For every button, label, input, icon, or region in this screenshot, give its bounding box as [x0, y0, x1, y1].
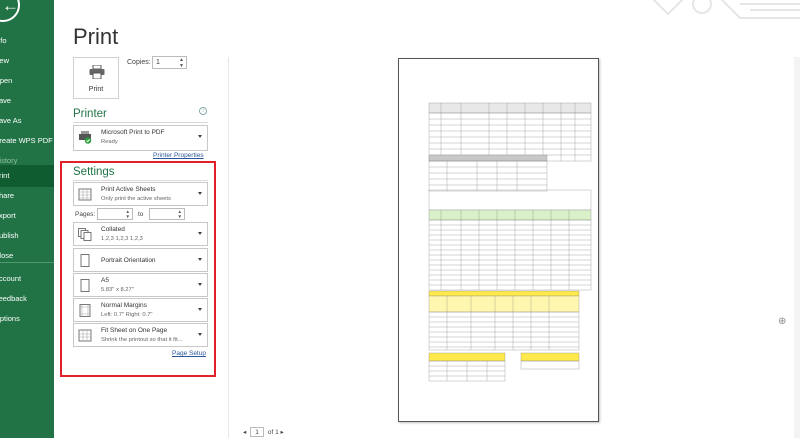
margins-sub: Left: 0.7" Right: 0.7" [101, 312, 153, 318]
nav-item-print[interactable]: Print [0, 165, 54, 187]
chevron-down-icon [198, 135, 202, 138]
nav-item-account[interactable]: Account [0, 268, 54, 290]
chevron-down-icon [198, 308, 202, 311]
margins-main: Normal Margins [101, 302, 147, 309]
collate-sub: 1,2,3 1,2,3 1,2,3 [101, 236, 143, 242]
nav-item-save-as[interactable]: Save As [0, 110, 54, 132]
collate-main: Collated [101, 226, 125, 233]
fit-sheet-icon [78, 329, 92, 342]
nav-item-options[interactable]: Options [0, 308, 54, 330]
spin-arrows-icon[interactable]: ▲ ▼ [126, 209, 130, 219]
portrait-icon [80, 254, 90, 267]
pages-to-label: to [138, 211, 144, 218]
pages-to-input[interactable]: ▲ ▼ [149, 208, 185, 220]
settings-divider [73, 180, 208, 181]
printer-icon [89, 65, 105, 79]
page-navigator: ◂ 1 of 1 ▸ [243, 427, 284, 437]
spin-arrows-icon[interactable]: ▲ ▼ [179, 57, 184, 69]
next-page-icon[interactable]: ▸ [281, 429, 284, 436]
back-button[interactable]: ← [0, 0, 20, 22]
settings-section-title: Settings [73, 166, 115, 178]
current-page-input[interactable]: 1 [250, 427, 265, 437]
info-icon[interactable]: i [199, 107, 207, 115]
printer-ready-icon [79, 131, 92, 144]
print-button-label: Print [88, 86, 104, 93]
nav-item-create-wps-pdf[interactable]: Create WPS PDF [0, 130, 54, 152]
print-what-dropdown[interactable]: Print Active Sheets Only print the activ… [73, 182, 208, 206]
prev-page-icon[interactable]: ◂ [243, 429, 246, 436]
page-setup-link[interactable]: Page Setup [172, 350, 206, 357]
nav-item-close[interactable]: Close [0, 245, 54, 267]
copies-label: Copies: [127, 59, 151, 66]
print-what-main: Print Active Sheets [101, 186, 156, 193]
nav-separator [0, 262, 54, 263]
chevron-down-icon [198, 333, 202, 336]
printer-name: Microsoft Print to PDF [101, 129, 165, 136]
preview-separator [228, 57, 229, 438]
margins-icon [79, 304, 91, 317]
paper-sub: 5.83" x 8.27" [101, 287, 134, 293]
header-decoration [652, 0, 800, 19]
paper-main: A5 [101, 277, 109, 284]
printer-status: Ready [101, 139, 118, 145]
page-count-label: of 1 [267, 429, 279, 436]
nav-item-publish[interactable]: Publish [0, 225, 54, 247]
chevron-down-icon [198, 192, 202, 195]
pages-from-input[interactable]: ▲ ▼ [97, 208, 133, 220]
nav-item-save[interactable]: Save [0, 90, 54, 112]
scaling-dropdown[interactable]: Fit Sheet on One Page Shrink the printou… [73, 323, 208, 347]
paper-icon [80, 279, 90, 292]
chevron-down-icon [198, 258, 202, 261]
printer-divider [73, 122, 208, 123]
print-preview-page [398, 58, 599, 422]
nav-item-open[interactable]: Open [0, 70, 54, 92]
preview-scrollbar[interactable] [794, 57, 800, 438]
nav-item-new[interactable]: New [0, 50, 54, 72]
arrow-left-icon: ← [2, 0, 19, 15]
margins-dropdown[interactable]: Normal Margins Left: 0.7" Right: 0.7" [73, 298, 208, 322]
spin-arrows-icon[interactable]: ▲ ▼ [178, 209, 182, 219]
printer-dropdown[interactable]: Microsoft Print to PDF Ready [73, 125, 208, 151]
print-button[interactable]: Print [73, 57, 119, 99]
backstage-nav: ← InfoNewOpenSaveSave AsCreate WPS PDFHi… [0, 0, 54, 438]
copies-value: 1 [156, 59, 160, 66]
sheet-icon [78, 188, 92, 201]
print-what-sub: Only print the active sheets [101, 196, 171, 202]
copies-stepper[interactable]: 1 ▲ ▼ [152, 56, 187, 69]
nav-item-info[interactable]: Info [0, 30, 54, 52]
scaling-sub: Shrink the printout so that it fit... [101, 337, 183, 343]
nav-item-share[interactable]: Share [0, 185, 54, 207]
nav-item-export[interactable]: Export [0, 205, 54, 227]
orientation-dropdown[interactable]: Portrait Orientation [73, 248, 208, 272]
paper-size-dropdown[interactable]: A5 5.83" x 8.27" [73, 273, 208, 297]
nav-item-feedback[interactable]: Feedback [0, 288, 54, 310]
scaling-main: Fit Sheet on One Page [101, 327, 168, 334]
zoom-to-page-icon[interactable]: ⊕ [778, 316, 786, 327]
orientation-main: Portrait Orientation [101, 257, 156, 264]
chevron-down-icon [198, 283, 202, 286]
printer-section-title: Printer [73, 108, 107, 120]
collate-dropdown[interactable]: Collated 1,2,3 1,2,3 1,2,3 [73, 222, 208, 246]
collate-icon [78, 228, 92, 241]
page-title: Print [73, 24, 119, 49]
chevron-down-icon [198, 232, 202, 235]
preview-page-content [428, 102, 592, 382]
pages-label: Pages: [75, 211, 96, 218]
printer-properties-link[interactable]: Printer Properties [153, 152, 204, 159]
